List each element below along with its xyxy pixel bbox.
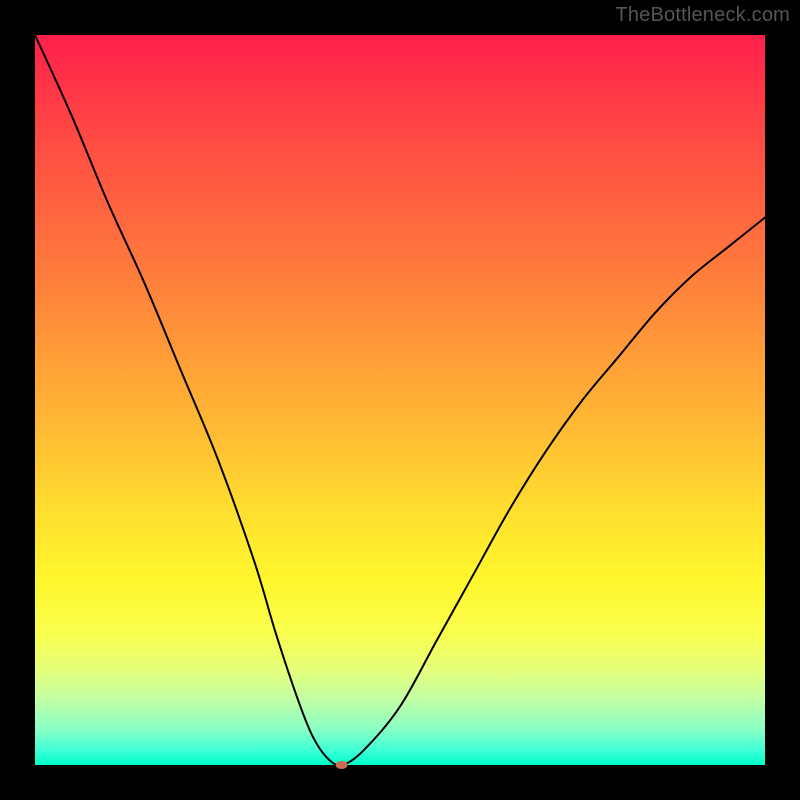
bottleneck-curve: [35, 35, 765, 765]
minimum-marker: [336, 761, 348, 769]
plot-area: [35, 35, 765, 765]
watermark-text: TheBottleneck.com: [615, 4, 790, 27]
chart-svg: [35, 35, 765, 765]
